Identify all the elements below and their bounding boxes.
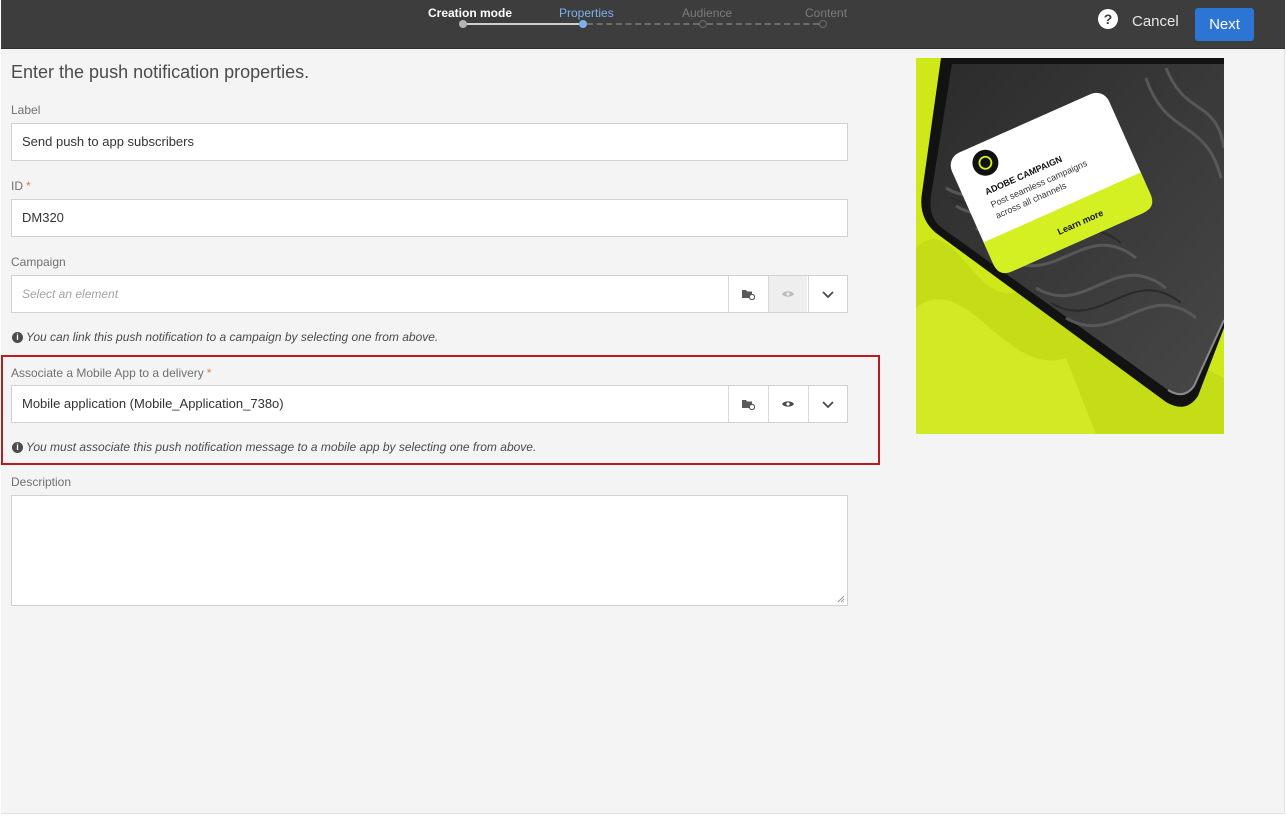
next-button[interactable]: Next bbox=[1195, 8, 1254, 41]
step-properties-dot bbox=[579, 20, 587, 28]
app-frame: Creation mode Properties Audience Conten… bbox=[1, 0, 1285, 814]
mobile-app-field-title-text: Associate a Mobile App to a delivery bbox=[11, 366, 204, 380]
info-circle-icon: i bbox=[12, 441, 23, 453]
step-content-dot bbox=[819, 20, 827, 28]
step-creation-mode-dot bbox=[459, 20, 467, 28]
id-input[interactable]: DM320 bbox=[11, 199, 848, 237]
progress-line-remaining-2 bbox=[707, 23, 819, 25]
id-field-title-text: ID bbox=[11, 179, 23, 193]
mobile-app-field-title: Associate a Mobile App to a delivery * bbox=[11, 366, 211, 380]
step-audience: Audience bbox=[682, 6, 733, 20]
chevron-down-icon[interactable] bbox=[808, 276, 847, 312]
promo-image: ADOBE CAMPAIGN Post seamless campaigns a… bbox=[916, 58, 1224, 434]
step-creation-mode[interactable]: Creation mode bbox=[428, 6, 512, 20]
step-content: Content bbox=[805, 6, 848, 20]
folder-browse-icon[interactable] bbox=[728, 276, 767, 312]
wizard-steps: Creation mode Properties Audience Conten… bbox=[419, 0, 859, 48]
top-bar: Creation mode Properties Audience Conten… bbox=[1, 0, 1285, 49]
info-circle-icon: i bbox=[12, 331, 23, 343]
resize-handle-icon[interactable] bbox=[837, 595, 845, 603]
campaign-placeholder[interactable]: Select an element bbox=[22, 276, 118, 312]
required-marker: * bbox=[206, 366, 212, 380]
id-field-title: ID * bbox=[11, 179, 31, 193]
folder-browse-icon[interactable] bbox=[728, 386, 767, 422]
cancel-button[interactable]: Cancel bbox=[1132, 13, 1179, 30]
campaign-field-title: Campaign bbox=[11, 255, 66, 269]
campaign-hint-text: You can link this push notification to a… bbox=[26, 330, 439, 344]
page-title: Enter the push notification properties. bbox=[11, 62, 310, 82]
progress-line-remaining bbox=[587, 23, 699, 25]
description-field-title: Description bbox=[11, 475, 72, 489]
chevron-down-icon[interactable] bbox=[808, 386, 847, 422]
mobile-app-hint-text: You must associate this push notificatio… bbox=[26, 440, 537, 454]
label-input[interactable]: Send push to app subscribers bbox=[11, 123, 848, 161]
eye-icon bbox=[768, 276, 807, 312]
question-circle-icon[interactable]: ? bbox=[1098, 9, 1118, 29]
required-marker: * bbox=[26, 179, 31, 193]
eye-icon[interactable] bbox=[768, 386, 807, 422]
step-properties[interactable]: Properties bbox=[559, 6, 614, 20]
campaign-hint: i You can link this push notification to… bbox=[12, 330, 438, 344]
campaign-picker[interactable]: Select an element bbox=[11, 275, 848, 313]
mobile-app-hint: i You must associate this push notificat… bbox=[12, 440, 536, 454]
mobile-app-value[interactable]: Mobile application (Mobile_Application_7… bbox=[22, 386, 284, 422]
label-field-title: Label bbox=[11, 103, 41, 117]
progress-line-completed bbox=[467, 23, 579, 25]
description-textarea[interactable] bbox=[11, 495, 848, 606]
step-audience-dot bbox=[699, 20, 707, 28]
mobile-app-picker[interactable]: Mobile application (Mobile_Application_7… bbox=[11, 385, 848, 423]
